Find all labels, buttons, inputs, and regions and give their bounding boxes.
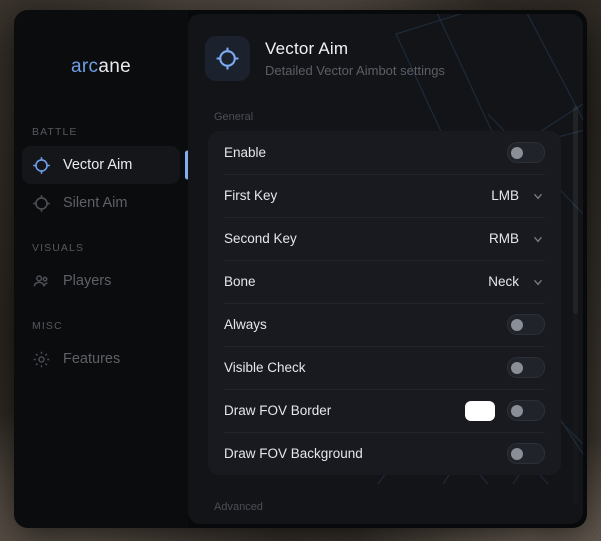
logo-prefix: arc: [71, 56, 98, 77]
nav-group-battle: BATTLE Vector Aim: [14, 126, 188, 222]
users-icon: [32, 272, 51, 291]
sidebar: arcane BATTLE Vector Ai: [14, 10, 188, 528]
nav-group-misc: MISC Features: [14, 320, 188, 378]
setting-row-visible-check: Visible Check: [224, 346, 545, 389]
settings-card: Enable First Key LMB Second Key RMB: [208, 131, 561, 475]
draw-fov-border-toggle[interactable]: [507, 400, 545, 421]
sidebar-item-label: Features: [63, 351, 120, 367]
first-key-dropdown[interactable]: LMB: [491, 188, 545, 203]
toggle-knob: [511, 405, 523, 417]
setting-label: Bone: [224, 274, 256, 289]
sidebar-item-silent-aim[interactable]: Silent Aim: [22, 184, 180, 222]
fov-border-color-swatch[interactable]: [465, 401, 495, 421]
crosshair-icon: [32, 156, 51, 175]
enable-toggle[interactable]: [507, 142, 545, 163]
sidebar-item-players[interactable]: Players: [22, 262, 180, 300]
crosshair-icon: [32, 194, 51, 213]
crosshair-icon: [205, 36, 250, 81]
chevron-down-icon: [531, 189, 545, 203]
section-label-advanced: Advanced: [214, 501, 583, 513]
second-key-dropdown[interactable]: RMB: [489, 231, 545, 246]
sidebar-item-label: Vector Aim: [63, 157, 132, 173]
chevron-down-icon: [531, 275, 545, 289]
setting-label: Enable: [224, 145, 266, 160]
chevron-down-icon: [531, 232, 545, 246]
setting-row-second-key: Second Key RMB: [224, 217, 545, 260]
toggle-knob: [511, 448, 523, 460]
content-scrollbar[interactable]: [573, 106, 578, 506]
setting-label: Visible Check: [224, 360, 306, 375]
content-panel: Vector Aim Detailed Vector Aimbot settin…: [188, 14, 583, 524]
setting-control: [507, 142, 545, 163]
nav-group-label-visuals: VISUALS: [32, 242, 188, 254]
panel-header: Vector Aim Detailed Vector Aimbot settin…: [188, 14, 583, 81]
setting-row-bone: Bone Neck: [224, 260, 545, 303]
nav-group-visuals: VISUALS Players: [14, 242, 188, 300]
gear-icon: [32, 350, 51, 369]
sidebar-item-vector-aim[interactable]: Vector Aim: [22, 146, 180, 184]
setting-row-enable: Enable: [224, 131, 545, 174]
setting-value: RMB: [489, 231, 519, 246]
setting-label: Second Key: [224, 231, 297, 246]
setting-control: [507, 357, 545, 378]
setting-row-always: Always: [224, 303, 545, 346]
visible-check-toggle[interactable]: [507, 357, 545, 378]
logo-suffix: ane: [98, 56, 131, 77]
always-toggle[interactable]: [507, 314, 545, 335]
setting-row-first-key: First Key LMB: [224, 174, 545, 217]
setting-control: [507, 443, 545, 464]
setting-value: Neck: [488, 274, 519, 289]
sidebar-item-label: Players: [63, 273, 111, 289]
section-label-general: General: [214, 111, 583, 123]
setting-value: LMB: [491, 188, 519, 203]
setting-row-draw-fov-border: Draw FOV Border: [224, 389, 545, 432]
draw-fov-background-toggle[interactable]: [507, 443, 545, 464]
setting-control: [507, 314, 545, 335]
setting-label: Draw FOV Border: [224, 403, 331, 418]
setting-label: First Key: [224, 188, 277, 203]
toggle-knob: [511, 362, 523, 374]
cheat-menu-window: arcane BATTLE Vector Ai: [14, 10, 587, 528]
nav-group-label-misc: MISC: [32, 320, 188, 332]
sidebar-item-features[interactable]: Features: [22, 340, 180, 378]
nav-group-label-battle: BATTLE: [32, 126, 188, 138]
page-subtitle: Detailed Vector Aimbot settings: [265, 63, 445, 78]
setting-label: Draw FOV Background: [224, 446, 363, 461]
setting-label: Always: [224, 317, 267, 332]
bone-dropdown[interactable]: Neck: [488, 274, 545, 289]
sidebar-nav: BATTLE Vector Aim: [14, 126, 188, 378]
setting-control: [465, 400, 545, 421]
sidebar-item-label: Silent Aim: [63, 195, 127, 211]
setting-row-draw-fov-background: Draw FOV Background: [224, 432, 545, 475]
page-title: Vector Aim: [265, 39, 445, 59]
toggle-knob: [511, 147, 523, 159]
app-logo: arcane: [14, 56, 188, 78]
toggle-knob: [511, 319, 523, 331]
scrollbar-thumb[interactable]: [573, 106, 578, 314]
